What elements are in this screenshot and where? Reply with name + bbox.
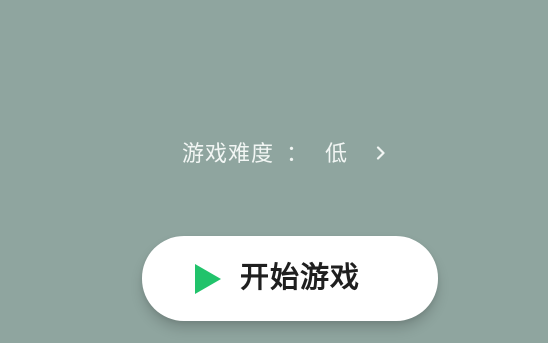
play-icon	[192, 262, 224, 296]
chevron-right-icon[interactable]	[374, 146, 388, 160]
difficulty-selector[interactable]: 游戏难度 ： 低	[182, 135, 388, 169]
difficulty-label: 游戏难度	[182, 142, 275, 167]
difficulty-colon: ：	[286, 142, 310, 167]
game-start-screen: 游戏难度 ： 低 开始游戏	[0, 0, 548, 343]
start-game-button[interactable]: 开始游戏	[142, 236, 438, 321]
start-game-label: 开始游戏	[240, 260, 361, 294]
difficulty-value: 低	[325, 142, 349, 167]
